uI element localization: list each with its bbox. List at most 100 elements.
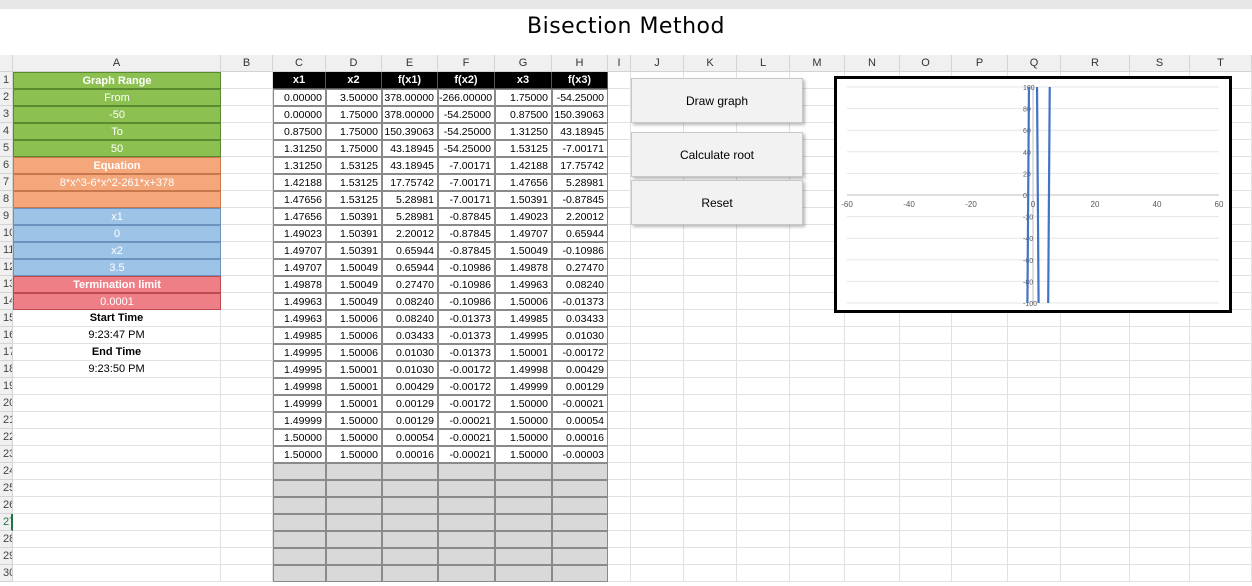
sheet-cell[interactable]: [737, 293, 790, 310]
sheet-cell[interactable]: [900, 429, 952, 446]
sheet-cell[interactable]: [845, 497, 900, 514]
sheet-cell[interactable]: [1061, 514, 1130, 531]
sheet-cell[interactable]: [631, 497, 684, 514]
sheet-cell[interactable]: [1008, 497, 1061, 514]
table-cell[interactable]: 0.65944: [382, 242, 438, 259]
sheet-cell[interactable]: [952, 480, 1008, 497]
table-cell[interactable]: 1.75000: [326, 106, 382, 123]
sheet-cell[interactable]: [608, 259, 631, 276]
table-cell[interactable]: -0.01373: [552, 293, 608, 310]
sheet-cell[interactable]: [1190, 565, 1252, 582]
table-cell[interactable]: 1.49985: [495, 310, 552, 327]
sheet-cell[interactable]: [221, 225, 273, 242]
table-empty-cell[interactable]: [438, 514, 495, 531]
sheet-cell[interactable]: [845, 548, 900, 565]
table-cell[interactable]: 1.50049: [326, 259, 382, 276]
sheet-cell[interactable]: [790, 378, 845, 395]
column-header-q[interactable]: Q: [1008, 55, 1061, 72]
row-number[interactable]: 28: [0, 531, 13, 548]
table-cell[interactable]: -54.25000: [552, 89, 608, 106]
row-number[interactable]: 6: [0, 157, 13, 174]
from-label[interactable]: From: [13, 89, 221, 106]
table-cell[interactable]: -0.00172: [438, 395, 495, 412]
table-header-cell[interactable]: f(x2): [438, 72, 495, 89]
table-cell[interactable]: 0.87500: [495, 106, 552, 123]
sheet-cell[interactable]: [790, 395, 845, 412]
sheet-cell[interactable]: [684, 259, 737, 276]
table-cell[interactable]: 43.18945: [382, 140, 438, 157]
sheet-cell[interactable]: [631, 429, 684, 446]
table-cell[interactable]: 1.49998: [273, 378, 326, 395]
sheet-cell[interactable]: [684, 361, 737, 378]
table-cell[interactable]: 1.50000: [495, 412, 552, 429]
row-number[interactable]: 9: [0, 208, 13, 225]
sheet-cell[interactable]: [790, 514, 845, 531]
table-cell[interactable]: 1.50001: [326, 395, 382, 412]
table-cell[interactable]: 0.87500: [273, 123, 326, 140]
sheet-cell[interactable]: [737, 480, 790, 497]
table-cell[interactable]: 150.39063: [382, 123, 438, 140]
row-number[interactable]: 13: [0, 276, 13, 293]
table-cell[interactable]: 5.28981: [552, 174, 608, 191]
sheet-cell[interactable]: [684, 293, 737, 310]
row-number[interactable]: 26: [0, 497, 13, 514]
table-cell[interactable]: -0.01373: [438, 310, 495, 327]
table-cell[interactable]: 0.65944: [382, 259, 438, 276]
sheet-cell[interactable]: [13, 412, 221, 429]
table-empty-cell[interactable]: [382, 548, 438, 565]
sheet-cell[interactable]: [608, 531, 631, 548]
sheet-cell[interactable]: [684, 395, 737, 412]
row-number[interactable]: 18: [0, 361, 13, 378]
table-empty-cell[interactable]: [382, 480, 438, 497]
sheet-cell[interactable]: [221, 72, 273, 89]
sheet-cell[interactable]: [684, 463, 737, 480]
table-cell[interactable]: -266.00000: [438, 89, 495, 106]
table-cell[interactable]: 0.00129: [382, 395, 438, 412]
table-empty-cell[interactable]: [495, 463, 552, 480]
sheet-cell[interactable]: [1008, 327, 1061, 344]
table-cell[interactable]: 1.50001: [326, 361, 382, 378]
sheet-cell[interactable]: [1061, 531, 1130, 548]
sheet-cell[interactable]: [631, 463, 684, 480]
sheet-cell[interactable]: [1130, 548, 1190, 565]
table-empty-cell[interactable]: [552, 463, 608, 480]
sheet-cell[interactable]: [1061, 446, 1130, 463]
table-cell[interactable]: 1.47656: [273, 191, 326, 208]
sheet-cell[interactable]: [952, 327, 1008, 344]
column-header-i[interactable]: I: [608, 55, 631, 72]
termination-limit-value-cell[interactable]: 0.0001: [13, 293, 221, 310]
sheet-cell[interactable]: [845, 429, 900, 446]
sheet-cell[interactable]: [1130, 429, 1190, 446]
table-cell[interactable]: 1.50000: [326, 412, 382, 429]
sheet-cell[interactable]: [845, 514, 900, 531]
sheet-cell[interactable]: [608, 497, 631, 514]
sheet-cell[interactable]: [790, 531, 845, 548]
table-cell[interactable]: 0.08240: [382, 310, 438, 327]
table-cell[interactable]: 0.01030: [382, 361, 438, 378]
sheet-cell[interactable]: [631, 480, 684, 497]
table-empty-cell[interactable]: [438, 548, 495, 565]
sheet-cell[interactable]: [737, 378, 790, 395]
table-empty-cell[interactable]: [273, 531, 326, 548]
table-empty-cell[interactable]: [495, 565, 552, 582]
row-number[interactable]: 8: [0, 191, 13, 208]
table-empty-cell[interactable]: [326, 565, 382, 582]
sheet-cell[interactable]: [221, 514, 273, 531]
row-number[interactable]: 15: [0, 310, 13, 327]
sheet-cell[interactable]: [1130, 378, 1190, 395]
table-empty-cell[interactable]: [495, 514, 552, 531]
sheet-cell[interactable]: [221, 548, 273, 565]
sheet-cell[interactable]: [631, 361, 684, 378]
table-empty-cell[interactable]: [273, 497, 326, 514]
sheet-cell[interactable]: [1190, 514, 1252, 531]
sheet-cell[interactable]: [900, 514, 952, 531]
row-number[interactable]: 22: [0, 429, 13, 446]
table-cell[interactable]: 1.47656: [273, 208, 326, 225]
table-cell[interactable]: 3.50000: [326, 89, 382, 106]
table-empty-cell[interactable]: [438, 497, 495, 514]
sheet-cell[interactable]: [13, 497, 221, 514]
sheet-cell[interactable]: [221, 463, 273, 480]
table-cell[interactable]: 1.50006: [326, 327, 382, 344]
sheet-cell[interactable]: [952, 412, 1008, 429]
sheet-cell[interactable]: [221, 123, 273, 140]
